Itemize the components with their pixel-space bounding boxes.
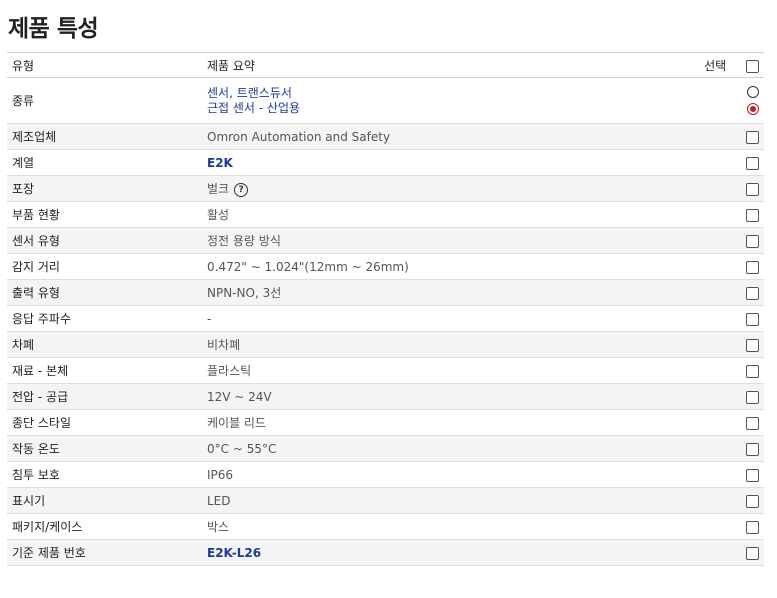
row-value: 비차폐 [207, 338, 241, 352]
row-label: 계열 [12, 156, 35, 170]
category-link-sensors[interactable]: 센서, 트랜스듀서 [207, 86, 662, 101]
row-select [667, 78, 764, 124]
row-value: LED [207, 493, 231, 508]
row-value: 정전 용량 방식 [207, 234, 281, 248]
row-label: 종단 스타일 [12, 416, 72, 430]
row-value: IP66 [207, 467, 234, 482]
row-checkbox[interactable] [746, 442, 759, 456]
row-label: 출력 유형 [12, 286, 60, 300]
header-select-label: 선택 [704, 58, 727, 73]
row-label: 차폐 [12, 338, 35, 352]
row-checkbox[interactable] [746, 468, 759, 482]
table-row: 재료 - 본체 플라스틱 [7, 358, 764, 384]
header-select: 선택 [667, 53, 764, 78]
table-row: 계열 E2K [7, 150, 764, 176]
row-checkbox[interactable] [746, 546, 759, 560]
table-row: 부품 현황 활성 [7, 202, 764, 228]
category-radio-proximity[interactable] [747, 103, 759, 115]
table-header-row: 유형 제품 요약 선택 [7, 52, 764, 78]
row-value: NPN-NO, 3선 [207, 286, 282, 300]
row-value: 12V ~ 24V [207, 389, 272, 404]
row-label: 감지 거리 [12, 260, 60, 274]
row-value: 벌크 [207, 182, 230, 196]
row-label: 응답 주파수 [12, 312, 72, 326]
select-all-checkbox[interactable] [746, 59, 759, 73]
row-label: 패키지/케이스 [12, 520, 83, 534]
row-label: 제조업체 [12, 130, 57, 144]
row-label: 작동 온도 [12, 442, 60, 456]
row-checkbox[interactable] [746, 156, 759, 170]
product-attributes-table: 유형 제품 요약 선택 종류 센서, 트랜스듀서 근접 센서 - 산업용 제조업 [7, 52, 764, 566]
row-label: 침투 보호 [12, 468, 60, 482]
row-checkbox[interactable] [746, 182, 759, 196]
row-value: 케이블 리드 [207, 416, 267, 430]
table-row: 차폐 비차폐 [7, 331, 764, 358]
table-row: 제조업체 Omron Automation and Safety [7, 123, 764, 150]
row-label: 종류 [12, 94, 35, 108]
header-type: 유형 [12, 58, 35, 73]
row-checkbox[interactable] [746, 520, 759, 534]
row-value: 활성 [207, 208, 230, 222]
table-row: 표시기 LED [7, 487, 764, 514]
table-row: 센서 유형 정전 용량 방식 [7, 227, 764, 254]
row-checkbox[interactable] [746, 390, 759, 404]
row-label: 포장 [12, 182, 35, 196]
table-row: 감지 거리 0.472" ~ 1.024"(12mm ~ 26mm) [7, 254, 764, 280]
page-title: 제품 특성 [8, 16, 99, 42]
row-checkbox[interactable] [746, 364, 759, 378]
row-checkbox[interactable] [746, 234, 759, 248]
table-row-category: 종류 센서, 트랜스듀서 근접 센서 - 산업용 [7, 78, 764, 124]
row-value: - [207, 311, 212, 326]
table-row: 포장 벌크? [7, 175, 764, 202]
row-value: 플라스틱 [207, 364, 252, 378]
category-values: 센서, 트랜스듀서 근접 센서 - 산업용 [202, 78, 667, 124]
table-row: 응답 주파수 - [7, 306, 764, 332]
row-checkbox[interactable] [746, 260, 759, 274]
row-value: Omron Automation and Safety [207, 129, 391, 144]
row-label: 재료 - 본체 [12, 364, 69, 378]
table-row: 작동 온도 0°C ~ 55°C [7, 435, 764, 462]
row-label: 센서 유형 [12, 234, 60, 248]
category-radio-sensors[interactable] [747, 86, 759, 98]
row-checkbox[interactable] [746, 494, 759, 508]
category-link-proximity[interactable]: 근접 센서 - 산업용 [207, 101, 662, 116]
row-value: 0°C ~ 55°C [207, 441, 277, 456]
base-part-number-link[interactable]: E2K-L26 [207, 546, 261, 560]
table-row: 전압 - 공급 12V ~ 24V [7, 383, 764, 410]
row-label: 표시기 [12, 494, 46, 508]
help-icon[interactable]: ? [234, 182, 249, 197]
series-link[interactable]: E2K [207, 156, 233, 170]
row-checkbox[interactable] [746, 286, 759, 300]
row-checkbox[interactable] [746, 312, 759, 326]
table-row: 침투 보호 IP66 [7, 462, 764, 488]
row-value: 0.472" ~ 1.024"(12mm ~ 26mm) [207, 259, 409, 274]
row-checkbox[interactable] [746, 208, 759, 222]
table-row: 종단 스타일 케이블 리드 [7, 410, 764, 436]
row-label: 기준 제품 번호 [12, 546, 86, 560]
table-row: 기준 제품 번호 E2K-L26 [7, 539, 764, 566]
row-value: 박스 [207, 520, 230, 534]
row-label: 부품 현황 [12, 208, 60, 222]
row-checkbox[interactable] [746, 416, 759, 430]
header-summary: 제품 요약 [207, 58, 255, 73]
row-checkbox[interactable] [746, 338, 759, 352]
row-label: 전압 - 공급 [12, 390, 69, 404]
row-checkbox[interactable] [746, 130, 759, 144]
table-row: 패키지/케이스 박스 [7, 514, 764, 540]
table-row: 출력 유형 NPN-NO, 3선 [7, 279, 764, 306]
